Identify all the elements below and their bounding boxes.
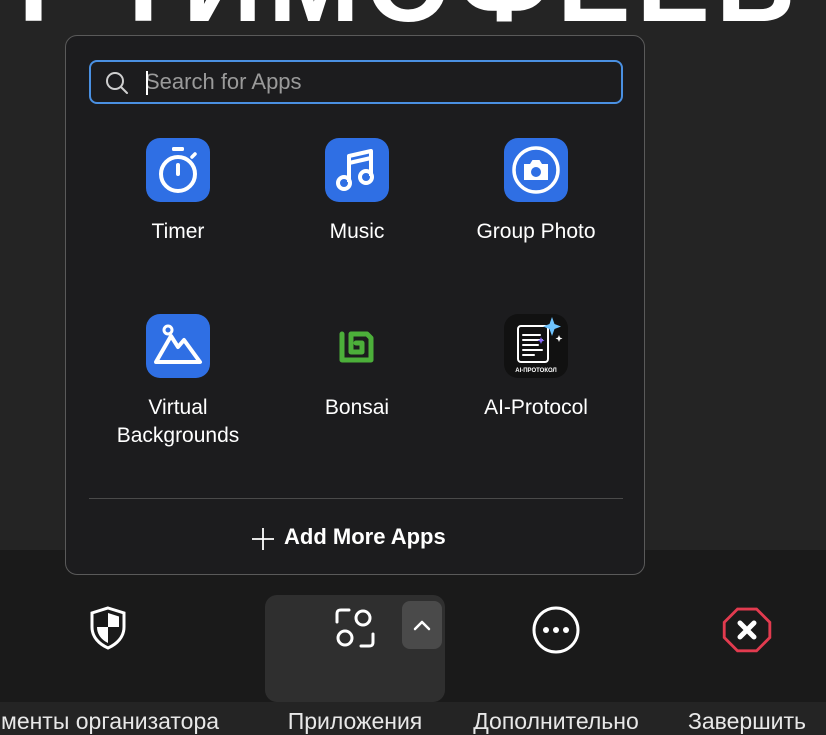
video-background-title: Т ТИМОФЕЕВ [0,0,826,34]
end-meeting-button[interactable]: Завершить [672,596,822,734]
more-label: Дополнительно [473,708,639,734]
camera-icon [504,138,568,202]
mountain-image-icon [146,314,210,378]
chevron-up-icon [413,620,431,631]
timer-icon [146,138,210,202]
host-tools-label: менты организатора [1,708,220,734]
search-box[interactable] [89,60,623,104]
ai-protocol-icon-caption: AI-ПРОТОКОЛ [515,368,556,374]
app-label-music: Music [329,220,385,243]
apps-icon [335,608,375,648]
add-more-apps-button[interactable]: Add More Apps [251,522,471,554]
search-icon [106,72,128,94]
end-meeting-label: Завершить [687,708,807,734]
more-icon [532,606,580,654]
music-icon [325,138,389,202]
app-tile-virtual-backgrounds[interactable]: Virtual Backgrounds [88,314,268,464]
text-caret [146,71,148,95]
ai-protocol-document-icon: AI-ПРОТОКОЛ [504,314,568,378]
bonsai-logo-icon [325,314,389,378]
more-button[interactable]: Дополнительно [458,596,654,734]
search-input[interactable] [145,66,605,98]
end-icon [722,607,772,653]
add-more-apps-label: Add More Apps [284,524,446,549]
app-label-timer: Timer [151,220,205,243]
app-tile-ai-protocol[interactable]: AI-ПРОТОКОЛ AI-Protocol [446,314,626,464]
app-tile-music[interactable]: Music [267,138,447,288]
app-label-ai-protocol: AI-Protocol [484,396,588,419]
apps-popup: Timer Music Group Photo [65,35,645,575]
divider [89,498,623,499]
app-label-bonsai: Bonsai [324,396,390,419]
app-label-group-photo: Group Photo [476,220,596,243]
app-tile-bonsai[interactable]: Bonsai [267,314,447,464]
app-tile-timer[interactable]: Timer [88,138,268,288]
apps-label: Приложения [287,708,423,734]
app-tile-group-photo[interactable]: Group Photo [446,138,626,288]
plus-icon [252,528,274,550]
apps-menu-toggle[interactable] [402,601,442,649]
host-tools-button[interactable]: менты организатора [0,596,270,734]
app-label-virtual-backgrounds: Virtual Backgrounds [116,396,240,447]
shield-icon [90,606,126,650]
